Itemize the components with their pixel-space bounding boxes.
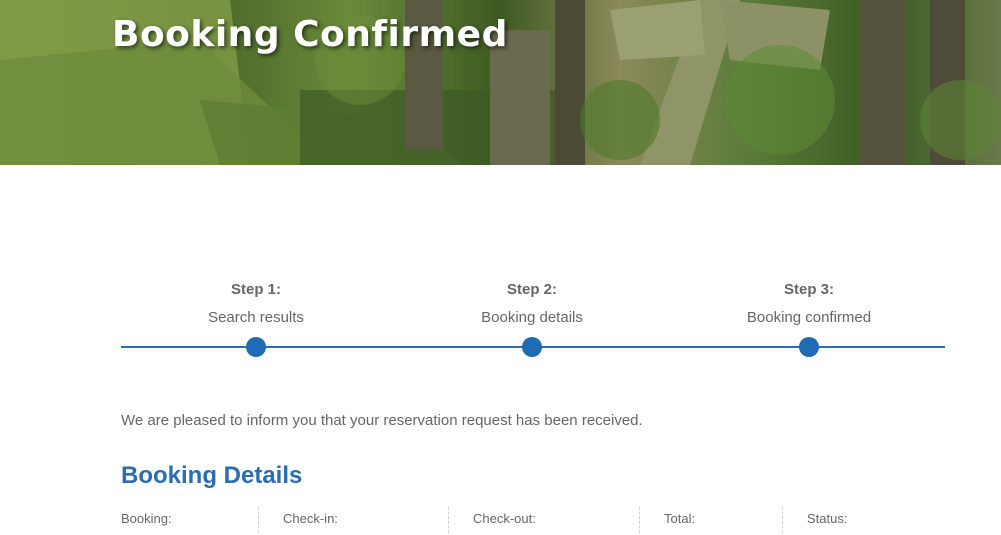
step-1-dot [246,337,266,357]
step-3: Step 3: Booking confirmed [709,280,909,328]
confirmation-message: We are pleased to inform you that your r… [121,412,643,429]
booking-details-summary: Booking: Check-in: Check-out: Total: Sta… [121,505,945,535]
step-1: Step 1: Search results [156,280,356,328]
total-column-label: Total: [664,511,696,526]
step-2: Step 2: Booking details [432,280,632,328]
column-divider [448,507,449,533]
step-2-dot [522,337,542,357]
step-2-description: Booking details [481,309,583,326]
step-3-description: Booking confirmed [746,309,872,326]
step-2-label: Step 2: [506,281,557,298]
hero-banner: Booking Confirmed [0,0,1001,165]
booking-column-label: Booking: [121,511,172,526]
step-1-description: Search results [208,309,304,326]
column-divider [258,507,259,533]
booking-details-heading: Booking Details [121,462,303,489]
column-divider [639,507,640,533]
check-in-column-label: Check-in: [283,511,338,526]
step-1-label: Step 1: [230,281,281,298]
booking-steps-progress: Step 1: Search results Step 2: Booking d… [121,280,945,360]
step-3-label: Step 3: [783,281,834,298]
status-column-label: Status: [807,511,848,526]
check-out-column-label: Check-out: [473,511,536,526]
column-divider [782,507,783,533]
step-3-dot [799,337,819,357]
page-title: Booking Confirmed [112,14,508,55]
